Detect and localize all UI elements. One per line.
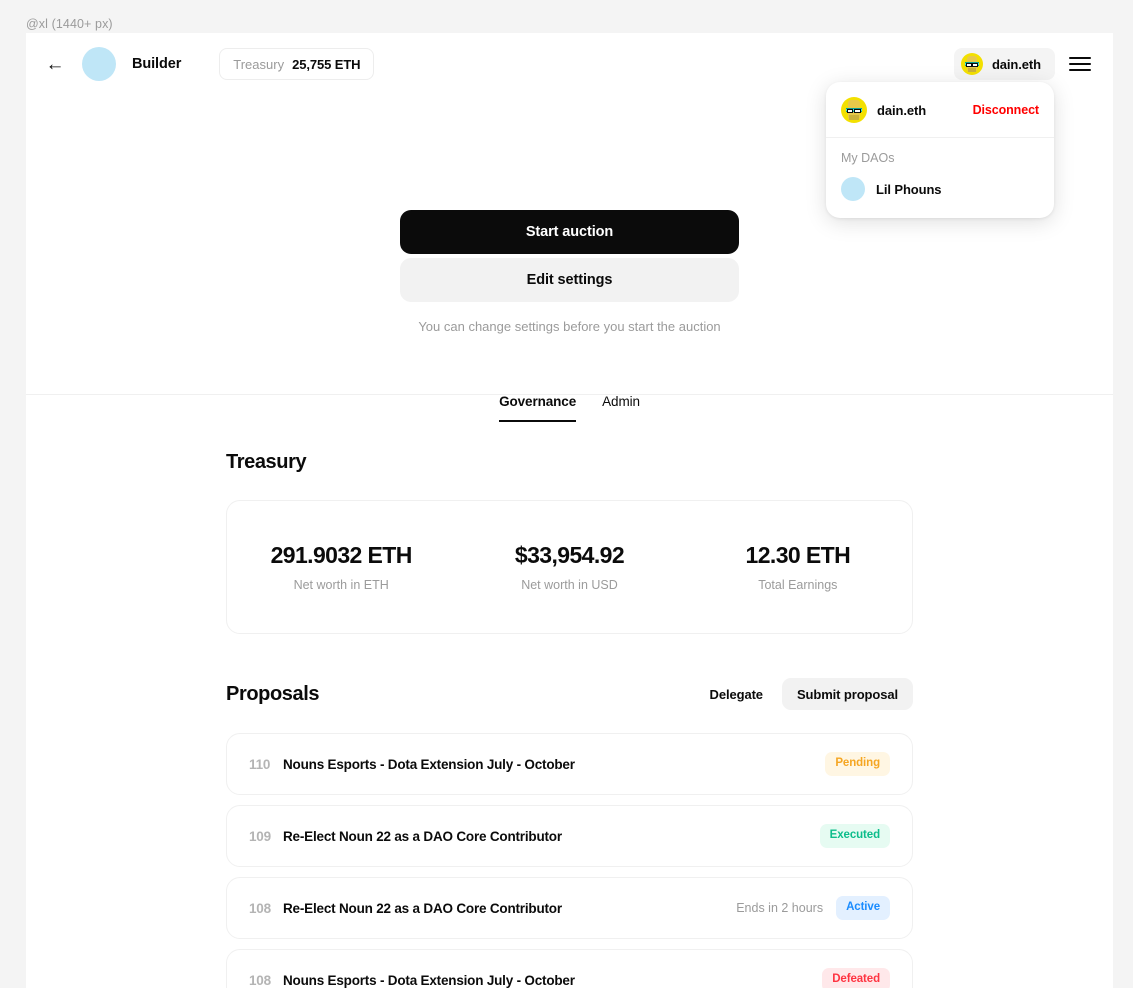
proposals-actions: Delegate Submit proposal: [695, 678, 913, 710]
stat-label: Net worth in ETH: [293, 578, 389, 592]
status-badge: Executed: [819, 824, 890, 848]
edit-settings-button[interactable]: Edit settings: [400, 258, 739, 302]
proposals-section-title: Proposals: [226, 682, 320, 705]
proposal-number: 108: [249, 972, 271, 988]
proposal-meta: Defeated: [809, 968, 890, 988]
table-row[interactable]: 109 Re-Elect Noun 22 as a DAO Core Contr…: [226, 805, 913, 867]
dao-name-label: Builder: [132, 56, 182, 72]
proposal-meta: Pending: [812, 752, 890, 776]
back-arrow-icon[interactable]: ←: [40, 49, 70, 79]
hero-hint-text: You can change settings before you start…: [418, 319, 721, 334]
tab-governance[interactable]: Governance: [499, 394, 576, 423]
account-dropdown-menu: dain.eth Disconnect My DAOs Lil Phouns: [826, 82, 1054, 218]
status-badge: Active: [836, 896, 890, 920]
proposal-meta: Executed: [807, 824, 890, 848]
account-name-label: dain.eth: [991, 56, 1041, 72]
noun-avatar-icon: [841, 97, 867, 123]
submit-proposal-button[interactable]: Submit proposal: [781, 678, 913, 710]
treasury-pill-label: Treasury: [233, 56, 285, 72]
proposals-header: Proposals Delegate Submit proposal: [226, 678, 913, 710]
proposal-meta: Ends in 2 hours Active: [736, 896, 890, 920]
treasury-stats-card: 291.9032 ETH Net worth in ETH $33,954.92…: [226, 500, 913, 634]
stat-value: 12.30 ETH: [745, 542, 851, 568]
tab-admin[interactable]: Admin: [602, 394, 640, 422]
table-row[interactable]: 110 Nouns Esports - Dota Extension July …: [226, 733, 913, 795]
viewport-size-label: @xl (1440+ px): [26, 17, 113, 31]
account-pill[interactable]: dain.eth: [953, 48, 1055, 80]
main-content: Treasury 291.9032 ETH Net worth in ETH $…: [26, 451, 1113, 988]
stat-value: $33,954.92: [514, 542, 625, 568]
page-frame: ← Builder Treasury 25,755 ETH dain.eth d…: [26, 33, 1113, 988]
start-auction-button[interactable]: Start auction: [400, 210, 739, 254]
proposal-ends-label: Ends in 2 hours: [736, 901, 824, 915]
proposal-number: 110: [249, 756, 271, 772]
proposal-title: Nouns Esports - Dota Extension July - Oc…: [283, 756, 575, 772]
proposal-number: 108: [249, 900, 271, 916]
dao-avatar: [82, 47, 116, 81]
stat-label: Net worth in USD: [521, 578, 618, 592]
stat-net-worth-eth: 291.9032 ETH Net worth in ETH: [227, 542, 455, 592]
delegate-button[interactable]: Delegate: [695, 678, 778, 710]
status-badge: Defeated: [822, 968, 890, 988]
stat-total-earnings: 12.30 ETH Total Earnings: [684, 542, 912, 592]
proposal-title: Re-Elect Noun 22 as a DAO Core Contribut…: [283, 828, 562, 844]
table-row[interactable]: 108 Re-Elect Noun 22 as a DAO Core Contr…: [226, 877, 913, 939]
proposals-list: 110 Nouns Esports - Dota Extension July …: [226, 733, 913, 988]
stat-net-worth-usd: $33,954.92 Net worth in USD: [455, 542, 683, 592]
dropdown-dao-item[interactable]: Lil Phouns: [826, 169, 1054, 218]
noun-avatar-icon: [960, 53, 983, 75]
treasury-pill[interactable]: Treasury 25,755 ETH: [219, 48, 375, 80]
account-dropdown-header: dain.eth Disconnect: [826, 82, 1054, 138]
dropdown-account-name: dain.eth: [877, 102, 927, 118]
treasury-section-title: Treasury: [226, 451, 307, 473]
dao-avatar-icon: [841, 177, 865, 201]
topbar-right-group: dain.eth: [953, 48, 1091, 80]
table-row[interactable]: 108 Nouns Esports - Dota Extension July …: [226, 949, 913, 988]
disconnect-button[interactable]: Disconnect: [973, 103, 1039, 117]
treasury-pill-value: 25,755 ETH: [292, 56, 361, 72]
status-badge: Pending: [825, 752, 890, 776]
proposal-title: Nouns Esports - Dota Extension July - Oc…: [283, 972, 575, 988]
stat-label: Total Earnings: [758, 578, 838, 592]
hamburger-icon[interactable]: [1069, 55, 1091, 73]
dropdown-dao-name: Lil Phouns: [876, 181, 942, 197]
my-daos-section-title: My DAOs: [841, 151, 895, 165]
proposal-title: Re-Elect Noun 22 as a DAO Core Contribut…: [283, 900, 562, 916]
section-tabs: Governance Admin: [26, 394, 1113, 423]
proposal-number: 109: [249, 828, 271, 844]
stat-value: 291.9032 ETH: [270, 542, 413, 568]
tabs-divider: [26, 394, 1113, 395]
